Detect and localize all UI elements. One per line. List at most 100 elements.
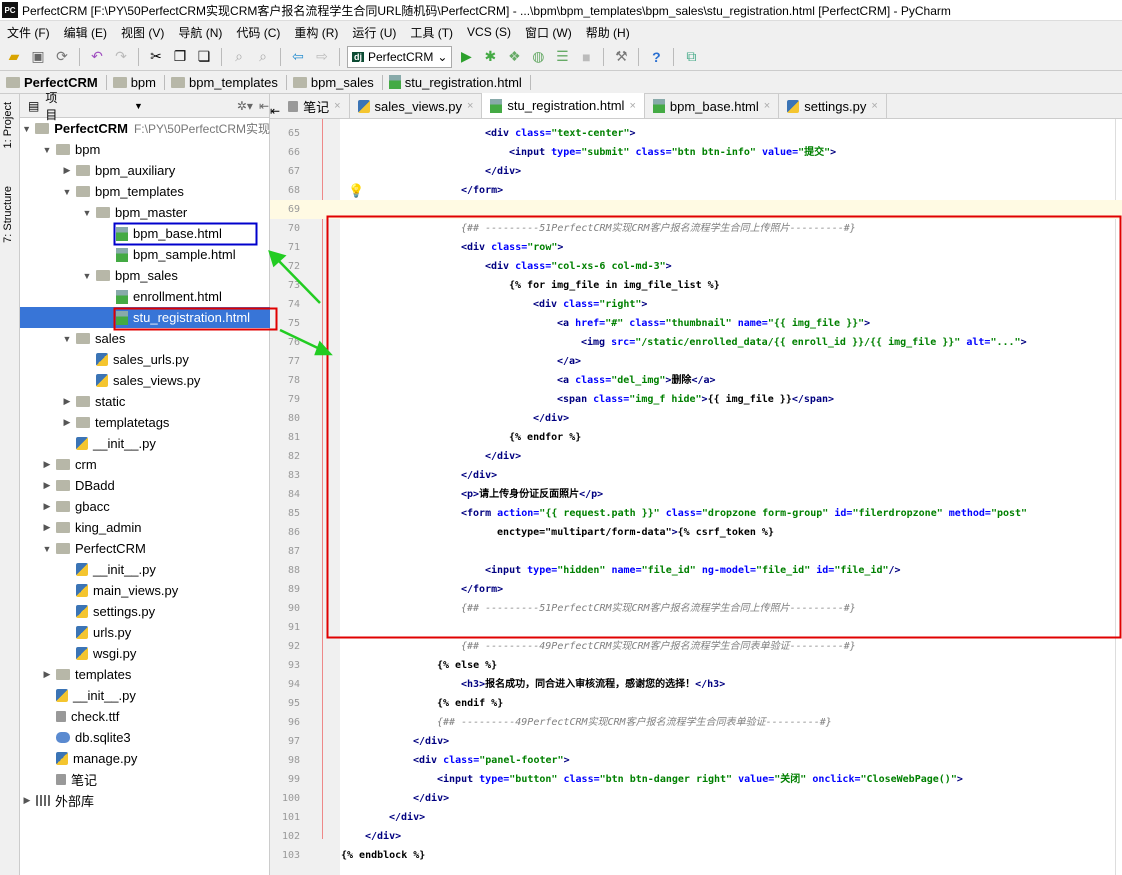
tree-item[interactable]: urls.py	[20, 622, 270, 643]
sync-icon[interactable]: ⟳	[52, 47, 72, 67]
redo-icon[interactable]: ↷	[111, 47, 131, 67]
chevron-right-icon[interactable]: ▶	[60, 417, 74, 428]
tree-item[interactable]: ▶ static	[20, 391, 270, 412]
menu-item[interactable]: 导航 (N)	[171, 24, 229, 41]
chevron-right-icon[interactable]: ▶	[40, 459, 54, 470]
code-line[interactable]: 97 </div>	[270, 732, 1122, 751]
code-line[interactable]: 69	[270, 200, 1122, 219]
chevron-down-icon[interactable]: ▼	[60, 334, 74, 344]
coverage-icon[interactable]: ❖	[504, 47, 524, 67]
tree-item[interactable]: ▶ bpm_auxiliary	[20, 160, 270, 181]
settings-icon[interactable]: ⚒	[611, 47, 631, 67]
chevron-right-icon[interactable]: ▶	[40, 669, 54, 680]
code-line[interactable]: 85 <form action="{{ request.path }}" clas…	[270, 504, 1122, 523]
profile-icon[interactable]: ◍	[528, 47, 548, 67]
menu-item[interactable]: 文件 (F)	[0, 24, 57, 41]
tree-item[interactable]: __init__.py	[20, 685, 270, 706]
code-line[interactable]: 94 <h3>报名成功，同合进入审核流程，感谢您的选择！</h3>	[270, 675, 1122, 694]
code-line[interactable]: 83 </div>	[270, 466, 1122, 485]
tree-item[interactable]: ▶ gbacc	[20, 496, 270, 517]
chevron-down-icon[interactable]: ▼	[80, 208, 94, 218]
undo-icon[interactable]: ↶	[87, 47, 107, 67]
breadcrumb-item[interactable]: bpm_templates	[170, 74, 287, 90]
paste-icon[interactable]: ❏	[194, 47, 214, 67]
code-line[interactable]: 74 <div class="right">	[270, 295, 1122, 314]
code-line[interactable]: 76 <img src="/static/enrolled_data/{{ enr…	[270, 333, 1122, 352]
code-line[interactable]: 93 {% else %}	[270, 656, 1122, 675]
tree-item[interactable]: db.sqlite3	[20, 727, 270, 748]
run-icon[interactable]: ▶	[456, 47, 476, 67]
find-icon[interactable]: ⌕	[229, 47, 249, 67]
tree-item[interactable]: ▼ bpm_master	[20, 202, 270, 223]
save-icon[interactable]: ▣	[28, 47, 48, 67]
tree-item[interactable]: ▶ king_admin	[20, 517, 270, 538]
tree-item[interactable]: manage.py	[20, 748, 270, 769]
code-line[interactable]: 95 {% endif %}	[270, 694, 1122, 713]
chevron-right-icon[interactable]: ▶	[40, 480, 54, 491]
tree-item[interactable]: wsgi.py	[20, 643, 270, 664]
chevron-right-icon[interactable]: ▶	[20, 795, 34, 806]
tree-item[interactable]: ▼ bpm_sales	[20, 265, 270, 286]
tree-item[interactable]: 笔记	[20, 769, 270, 790]
tab-bpm_base-html[interactable]: bpm_base.html ×	[645, 94, 780, 118]
breadcrumb-item[interactable]: bpm	[112, 74, 165, 90]
code-line[interactable]: 82 </div>	[270, 447, 1122, 466]
structure-tool-tab[interactable]: 7: Structure	[2, 186, 14, 243]
tree-item[interactable]: ▶ 外部库	[20, 790, 270, 811]
chevron-right-icon[interactable]: ▶	[40, 501, 54, 512]
code-line[interactable]: 101 </div>	[270, 808, 1122, 827]
menu-item[interactable]: VCS (S)	[460, 25, 518, 39]
close-icon[interactable]: ×	[334, 100, 340, 112]
code-line[interactable]: 77 </a>	[270, 352, 1122, 371]
tab--[interactable]: 笔记 ×	[280, 94, 350, 118]
code-line[interactable]: 99 <input type="button" class="btn btn-da…	[270, 770, 1122, 789]
open-icon[interactable]: ▰	[4, 47, 24, 67]
code-line[interactable]: 100 </div>	[270, 789, 1122, 808]
chevron-down-icon[interactable]: ▼	[60, 187, 74, 197]
menu-item[interactable]: 工具 (T)	[403, 24, 460, 41]
copy-icon[interactable]: ❐	[170, 47, 190, 67]
code-line[interactable]: 67 </div>	[270, 162, 1122, 181]
tabs-scroll-icon[interactable]: ⇤	[270, 104, 280, 118]
menu-item[interactable]: 编辑 (E)	[57, 24, 114, 41]
breadcrumb-item[interactable]: bpm_sales	[292, 74, 383, 90]
tree-item[interactable]: ▼ bpm	[20, 139, 270, 160]
stop-icon[interactable]: ■	[576, 47, 596, 67]
menu-item[interactable]: 帮助 (H)	[579, 24, 637, 41]
chevron-right-icon[interactable]: ▶	[60, 396, 74, 407]
code-line[interactable]: 98 <div class="panel-footer">	[270, 751, 1122, 770]
code-line[interactable]: 66 <input type="submit" class="btn btn-in…	[270, 143, 1122, 162]
code-line[interactable]: 81 {% endfor %}	[270, 428, 1122, 447]
tree-item[interactable]: __init__.py	[20, 433, 270, 454]
code-line[interactable]: 91	[270, 618, 1122, 637]
code-line[interactable]: 84 <p>请上传身份证反面照片</p>	[270, 485, 1122, 504]
tab-sales_views-py[interactable]: sales_views.py ×	[350, 94, 483, 118]
code-line[interactable]: 68 </form>	[270, 181, 1122, 200]
chevron-down-icon[interactable]: ▼	[80, 271, 94, 281]
code-line[interactable]: 92 {## ---------49PerfectCRM实现CRM客户报名流程学生…	[270, 637, 1122, 656]
tab-settings-py[interactable]: settings.py ×	[779, 94, 887, 118]
code-line[interactable]: 89 </form>	[270, 580, 1122, 599]
menu-item[interactable]: 视图 (V)	[114, 24, 171, 41]
code-line[interactable]: 75 <a href="#" class="thumbnail" name="{{…	[270, 314, 1122, 333]
tree-item[interactable]: __init__.py	[20, 559, 270, 580]
menu-item[interactable]: 窗口 (W)	[518, 24, 579, 41]
code-line[interactable]: 88 <input type="hidden" name="file_id" ng…	[270, 561, 1122, 580]
code-editor[interactable]: 💡 65 <div class="text-center"> 66 <input ty…	[270, 119, 1122, 875]
tree-item[interactable]: ▶ templatetags	[20, 412, 270, 433]
forward-icon[interactable]: ⇨	[312, 47, 332, 67]
close-icon[interactable]: ×	[467, 100, 473, 112]
code-line[interactable]: 70 {## ---------51PerfectCRM实现CRM客户报名流程学生…	[270, 219, 1122, 238]
close-icon[interactable]: ×	[871, 100, 877, 112]
code-line[interactable]: 102 </div>	[270, 827, 1122, 846]
cut-icon[interactable]: ✂	[146, 47, 166, 67]
code-line[interactable]: 78 <a class="del_img">删除</a>	[270, 371, 1122, 390]
debug-icon[interactable]: ✱	[480, 47, 500, 67]
tree-item[interactable]: ▼ sales	[20, 328, 270, 349]
replace-icon[interactable]: ⌕	[253, 47, 273, 67]
chevron-down-icon[interactable]: ▼	[20, 124, 33, 134]
chevron-right-icon[interactable]: ▶	[60, 165, 74, 176]
tree-item[interactable]: bpm_sample.html	[20, 244, 270, 265]
project-tool-tab[interactable]: 1: Project	[2, 102, 14, 148]
code-line[interactable]: 86 enctype="multipart/form-data">{% csrf_…	[270, 523, 1122, 542]
